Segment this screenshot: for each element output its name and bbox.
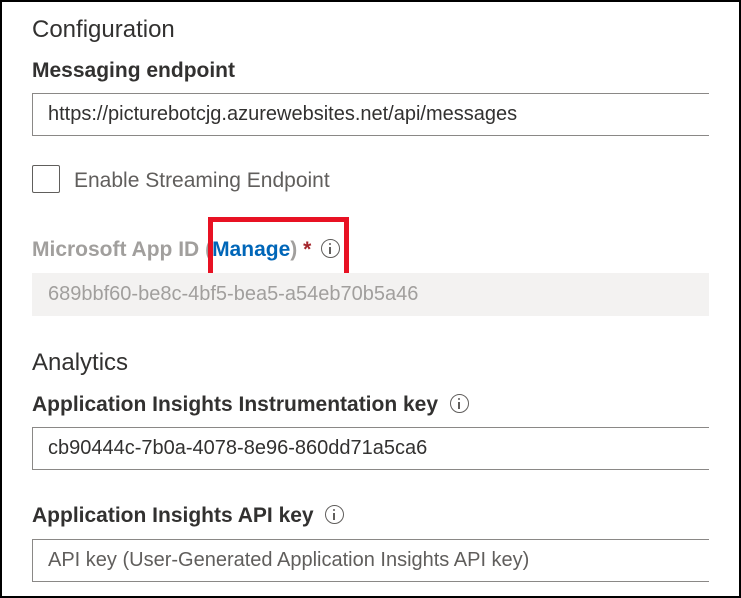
- app-id-field: 689bbf60-be8c-4bf5-bea5-a54eb70b5a46: [32, 273, 709, 316]
- app-id-value: 689bbf60-be8c-4bf5-bea5-a54eb70b5a46: [48, 283, 419, 305]
- instrumentation-key-input[interactable]: cb90444c-7b0a-4078-8e96-860dd71a5ca6: [32, 427, 709, 470]
- info-icon[interactable]: [325, 505, 345, 525]
- api-key-label: Application Insights API key: [32, 504, 314, 527]
- messaging-endpoint-label: Messaging endpoint: [32, 59, 236, 82]
- api-key-placeholder: API key (User-Generated Application Insi…: [48, 549, 530, 571]
- messaging-endpoint-input[interactable]: https://picturebotcjg.azurewebsites.net/…: [32, 93, 709, 136]
- messaging-endpoint-value: https://picturebotcjg.azurewebsites.net/…: [48, 103, 518, 125]
- configuration-heading: Configuration: [32, 16, 175, 43]
- info-icon[interactable]: [449, 394, 469, 414]
- enable-streaming-checkbox[interactable]: [32, 165, 60, 193]
- api-key-input[interactable]: API key (User-Generated Application Insi…: [32, 539, 709, 582]
- settings-panel: Configuration Messaging endpoint https:/…: [0, 0, 741, 598]
- highlight-annotation-box: [208, 217, 349, 279]
- app-id-label: Microsoft App ID: [32, 238, 200, 261]
- instrumentation-key-label: Application Insights Instrumentation key: [32, 393, 439, 416]
- enable-streaming-label: Enable Streaming Endpoint: [74, 169, 330, 192]
- instrumentation-key-label-row: Application Insights Instrumentation key: [32, 393, 469, 417]
- api-key-label-row: Application Insights API key: [32, 504, 345, 528]
- analytics-heading: Analytics: [32, 349, 129, 376]
- instrumentation-key-value: cb90444c-7b0a-4078-8e96-860dd71a5ca6: [48, 437, 428, 459]
